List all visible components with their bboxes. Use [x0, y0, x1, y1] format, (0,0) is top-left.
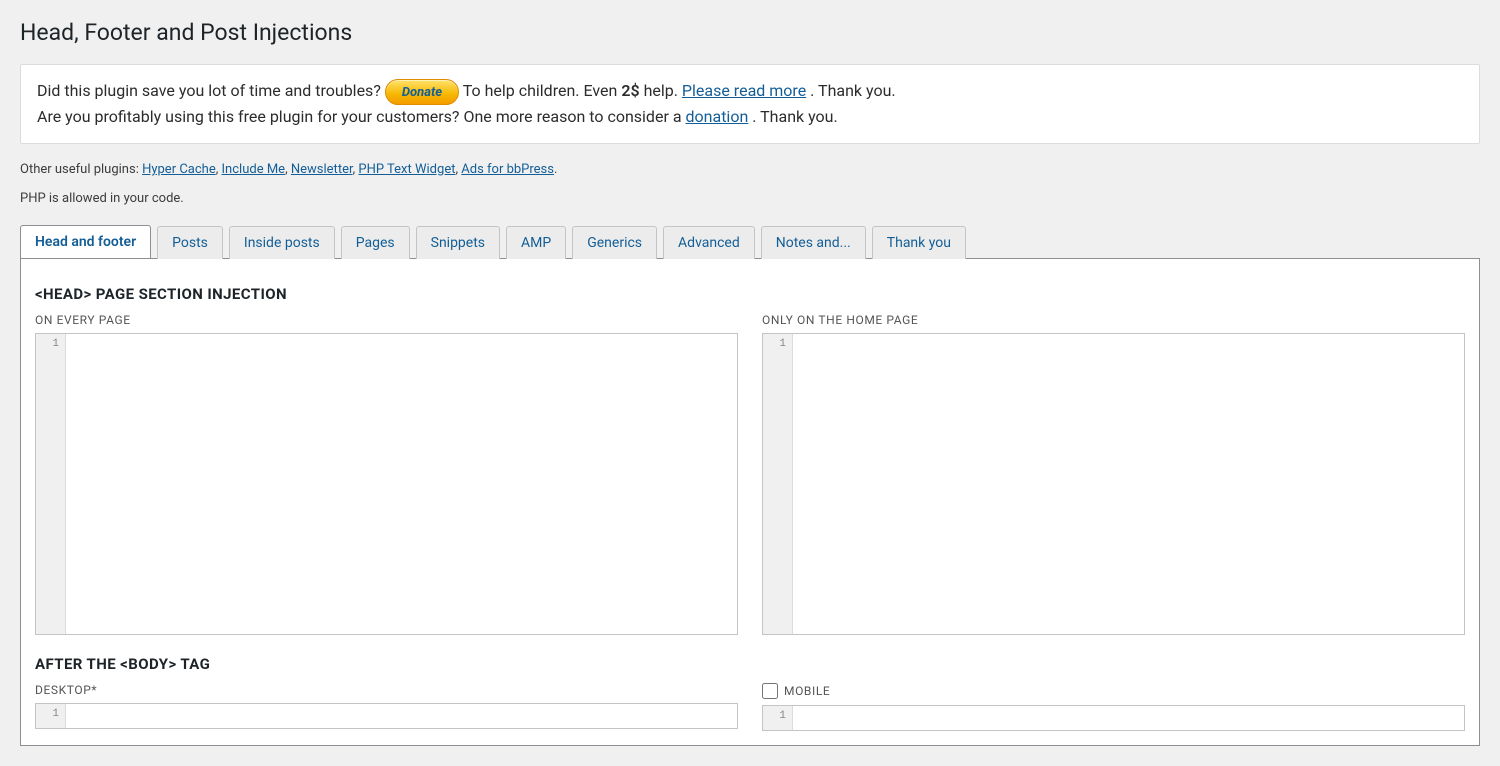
body-mobile-label-row: MOBILE	[762, 683, 1465, 699]
notice-amount: 2$	[621, 81, 639, 100]
notice-help2: help.	[644, 81, 682, 100]
section-head-injection: <HEAD> PAGE SECTION INJECTION	[35, 285, 1465, 303]
tab-pages[interactable]: Pages	[341, 226, 410, 259]
body-desktop-editor[interactable]: 1	[35, 703, 738, 729]
editor-gutter: 1	[763, 334, 793, 634]
notice-help: To help children. Even	[463, 81, 622, 100]
head-every-page-col: ON EVERY PAGE 1	[35, 313, 738, 635]
tab-amp[interactable]: AMP	[506, 226, 566, 259]
notice-q2b: . Thank you.	[752, 107, 837, 126]
tab-inside-posts[interactable]: Inside posts	[229, 226, 335, 259]
page-title: Head, Footer and Post Injections	[20, 10, 1480, 50]
head-home-page-code[interactable]	[793, 334, 1464, 634]
plugin-link[interactable]: Newsletter	[291, 162, 353, 177]
tab-thank-you[interactable]: Thank you	[872, 226, 966, 259]
plugin-link[interactable]: Ads for bbPress	[461, 162, 554, 177]
other-plugins-prefix: Other useful plugins:	[20, 162, 142, 177]
head-every-page-label: ON EVERY PAGE	[35, 313, 738, 327]
tab-snippets[interactable]: Snippets	[416, 226, 500, 259]
body-mobile-col: MOBILE 1	[762, 683, 1465, 731]
tab-generics[interactable]: Generics	[572, 226, 657, 259]
head-editors-row: ON EVERY PAGE 1 ONLY ON THE HOME PAGE 1	[35, 313, 1465, 635]
head-every-page-code[interactable]	[66, 334, 737, 634]
head-home-page-label: ONLY ON THE HOME PAGE	[762, 313, 1465, 327]
tab-posts[interactable]: Posts	[157, 226, 223, 259]
body-desktop-col: DESKTOP* 1	[35, 683, 738, 731]
body-mobile-label: MOBILE	[784, 684, 830, 698]
notice-line-2: Are you profitably using this free plugi…	[37, 105, 1463, 129]
plugin-link[interactable]: PHP Text Widget	[358, 162, 455, 177]
tab-panel-head-footer: <HEAD> PAGE SECTION INJECTION ON EVERY P…	[20, 259, 1480, 746]
editor-gutter: 1	[763, 706, 793, 730]
donation-link[interactable]: donation	[686, 107, 749, 126]
tab-advanced[interactable]: Advanced	[663, 226, 755, 259]
tab-head-footer[interactable]: Head and footer	[20, 225, 151, 259]
donate-button[interactable]: Donate	[385, 79, 459, 105]
body-mobile-code[interactable]	[793, 706, 1464, 730]
php-allowed-note: PHP is allowed in your code.	[20, 191, 1480, 206]
head-home-page-editor[interactable]: 1	[762, 333, 1465, 635]
notice-line-1: Did this plugin save you lot of time and…	[37, 79, 1463, 105]
body-mobile-checkbox[interactable]	[762, 683, 778, 699]
page-wrap: Head, Footer and Post Injections Did thi…	[0, 0, 1500, 766]
plugin-link[interactable]: Include Me	[222, 162, 286, 177]
head-every-page-editor[interactable]: 1	[35, 333, 738, 635]
notice-q1: Did this plugin save you lot of time and…	[37, 81, 385, 100]
body-mobile-editor[interactable]: 1	[762, 705, 1465, 731]
body-desktop-code[interactable]	[66, 704, 737, 728]
notice-thanks: . Thank you.	[810, 81, 895, 100]
tab-notes[interactable]: Notes and...	[761, 226, 866, 259]
editor-gutter: 1	[36, 334, 66, 634]
donate-notice: Did this plugin save you lot of time and…	[20, 64, 1480, 144]
body-desktop-label: DESKTOP*	[35, 683, 738, 697]
notice-q2a: Are you profitably using this free plugi…	[37, 107, 686, 126]
section-after-body: AFTER THE <BODY> TAG	[35, 655, 1465, 673]
tab-bar: Head and footer Posts Inside posts Pages…	[20, 224, 1480, 259]
plugin-link[interactable]: Hyper Cache	[142, 162, 216, 177]
body-editors-row: DESKTOP* 1 MOBILE 1	[35, 683, 1465, 731]
other-plugins: Other useful plugins: Hyper Cache, Inclu…	[20, 162, 1480, 177]
head-home-page-col: ONLY ON THE HOME PAGE 1	[762, 313, 1465, 635]
editor-gutter: 1	[36, 704, 66, 728]
read-more-link[interactable]: Please read more	[682, 81, 806, 100]
